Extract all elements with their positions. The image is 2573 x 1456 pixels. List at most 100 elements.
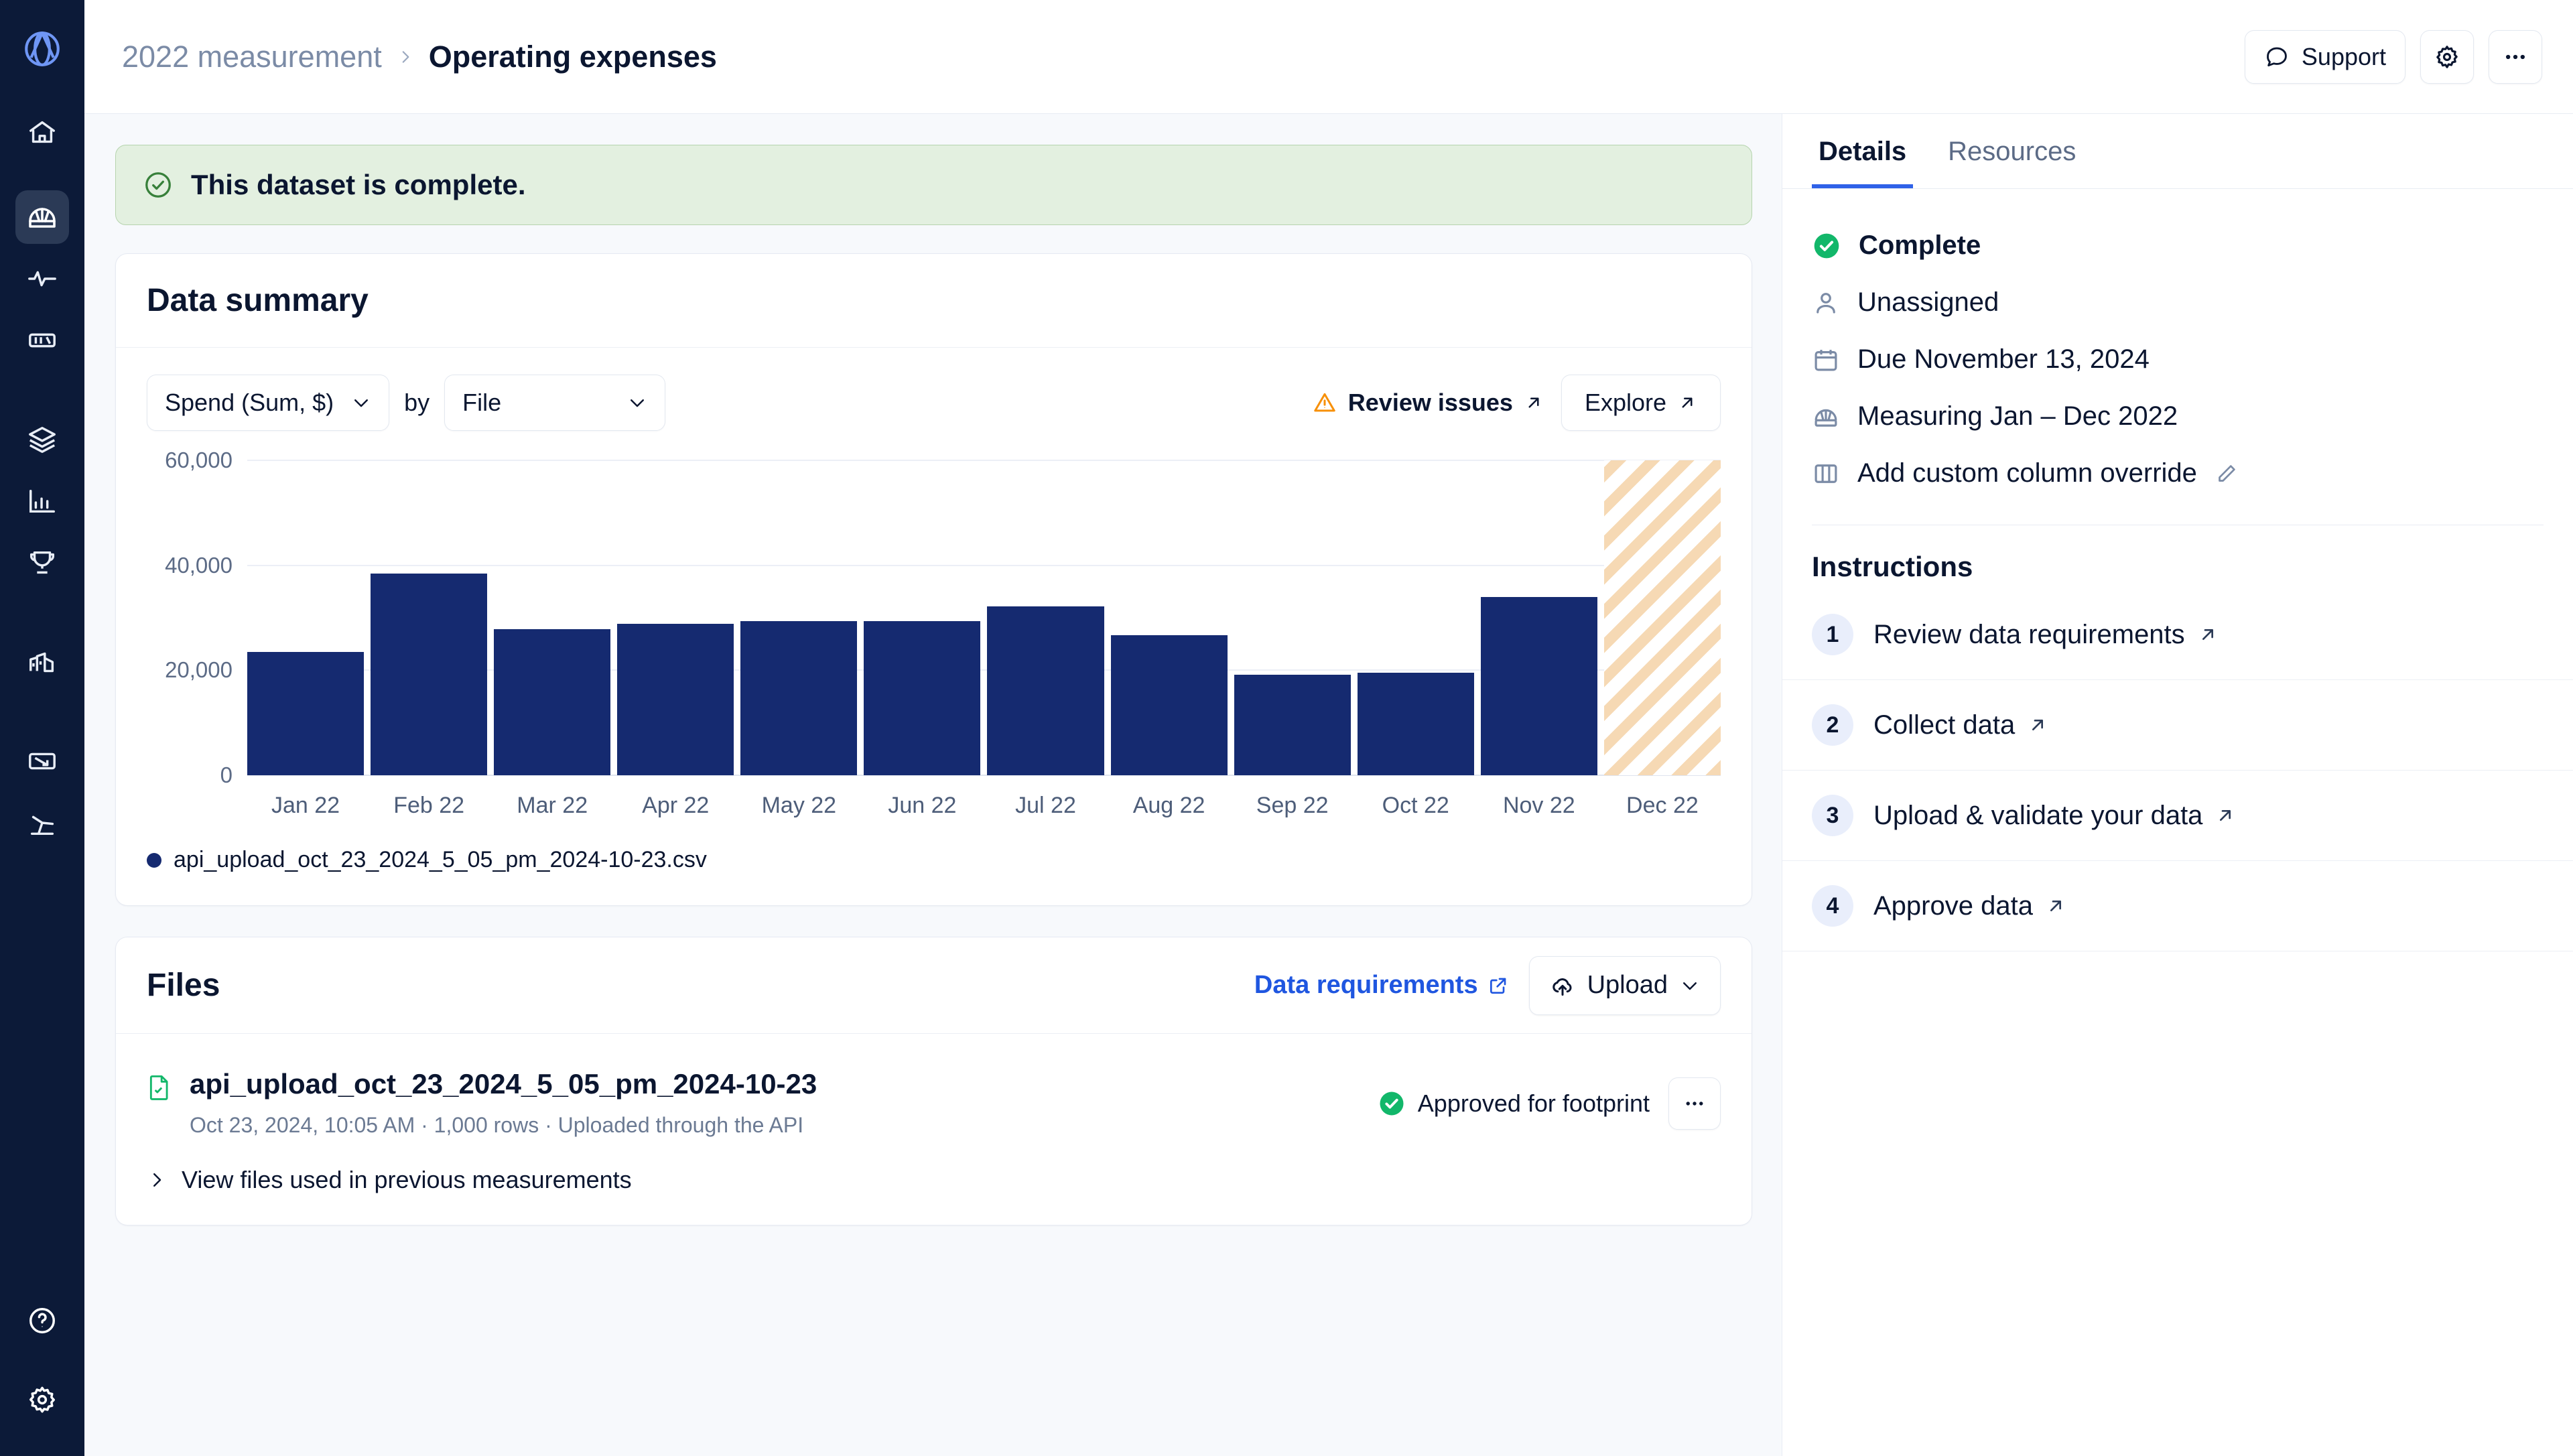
sidebar-item-goals[interactable] (15, 536, 69, 590)
bar-column[interactable] (1358, 460, 1474, 775)
support-button[interactable]: Support (2245, 30, 2405, 84)
sidebar-item-home[interactable] (15, 106, 69, 159)
sidebar-item-facilities[interactable] (15, 635, 69, 689)
rail-items (0, 102, 84, 854)
settings-button[interactable] (2420, 30, 2474, 84)
support-button-label: Support (2302, 43, 2386, 71)
help-circle-icon[interactable] (15, 1294, 69, 1347)
x-axis-pad (147, 793, 247, 819)
tab-resources[interactable]: Resources (1941, 114, 2083, 188)
plot-area (247, 460, 1721, 775)
tab-details[interactable]: Details (1812, 114, 1913, 188)
bar-column[interactable] (1604, 460, 1721, 775)
file-row-menu-button[interactable] (1668, 1077, 1721, 1130)
instruction-step-number: 1 (1812, 614, 1853, 655)
by-label: by (404, 389, 430, 417)
chevron-right-icon (147, 1170, 167, 1190)
y-axis-tick-label: 20,000 (165, 657, 233, 683)
sidebar-item-reports[interactable] (15, 314, 69, 367)
x-axis-tick-label: Mar 22 (494, 793, 610, 819)
table-row[interactable]: api_upload_oct_23_2024_5_05_pm_2024-10-2… (116, 1034, 1752, 1158)
bars-group (247, 460, 1721, 775)
bar[interactable] (987, 606, 1104, 775)
arrow-up-right-icon (1524, 393, 1544, 413)
y-axis-tick-label: 40,000 (165, 553, 233, 578)
review-issues-label: Review issues (1348, 389, 1513, 417)
bar[interactable] (494, 629, 610, 775)
detail-row-period[interactable]: Measuring Jan – Dec 2022 (1812, 388, 2544, 445)
sidebar-item-analytics[interactable] (15, 474, 69, 528)
legend-label: api_upload_oct_23_2024_5_05_pm_2024-10-2… (174, 847, 707, 873)
upload-button[interactable]: Upload (1529, 956, 1721, 1015)
chevron-right-icon (397, 46, 414, 68)
data-requirements-label: Data requirements (1254, 971, 1478, 1000)
sidebar-item-activity[interactable] (15, 252, 69, 306)
y-axis-tick-label: 0 (220, 763, 233, 788)
x-axis-tick-label: Apr 22 (617, 793, 734, 819)
user-icon (1812, 289, 1840, 317)
sidebar-item-renewables[interactable] (15, 796, 69, 850)
instruction-label-text: Upload & validate your data (1873, 801, 2202, 831)
external-link-icon (1488, 975, 1509, 996)
detail-row-assignee[interactable]: Unassigned (1812, 274, 2544, 331)
bar[interactable] (1481, 597, 1597, 775)
bar-column[interactable] (1234, 460, 1351, 775)
x-axis-tick-label: Dec 22 (1604, 793, 1721, 819)
bar[interactable] (1111, 635, 1228, 775)
bar-column[interactable] (494, 460, 610, 775)
bar-chart: 020,00040,00060,000 (147, 460, 1721, 775)
instruction-item[interactable]: 3 Upload & validate your data (1782, 771, 2573, 861)
y-axis: 020,00040,00060,000 (147, 460, 247, 775)
cloud-upload-icon (1550, 973, 1575, 998)
bar[interactable] (740, 621, 857, 775)
breadcrumb-parent[interactable]: 2022 measurement (122, 40, 382, 74)
bar[interactable] (1234, 675, 1351, 775)
bar-placeholder[interactable] (1604, 460, 1721, 775)
sidebar-item-reductions[interactable] (15, 734, 69, 788)
gear-icon[interactable] (15, 1373, 69, 1427)
x-axis-tick-label: Sep 22 (1234, 793, 1351, 819)
bar[interactable] (247, 652, 364, 775)
arrow-up-right-icon (2027, 714, 2048, 736)
instruction-item[interactable]: 4Approve data (1782, 861, 2573, 951)
bar-column[interactable] (987, 460, 1104, 775)
bar-column[interactable] (864, 460, 980, 775)
review-issues-link[interactable]: Review issues (1312, 389, 1544, 417)
bar-column[interactable] (1481, 460, 1597, 775)
globe-logo-icon[interactable] (19, 25, 66, 72)
x-axis-tick-label: Oct 22 (1358, 793, 1474, 819)
bar-column[interactable] (617, 460, 734, 775)
detail-status-label: Complete (1859, 230, 1981, 261)
bar-column[interactable] (371, 460, 487, 775)
bar[interactable] (864, 621, 980, 775)
chat-bubble-icon (2264, 44, 2290, 70)
instruction-step-number: 3 (1812, 795, 1853, 836)
bar-column[interactable] (740, 460, 857, 775)
sidebar-item-measure[interactable] (15, 190, 69, 244)
explore-button[interactable]: Explore (1561, 375, 1721, 431)
detail-row-column-override[interactable]: Add custom column override (1812, 445, 2544, 502)
data-summary-card: Data summary Spend (Sum, $) by (115, 253, 1752, 906)
arrow-up-right-icon (2215, 805, 2236, 826)
bar[interactable] (1358, 673, 1474, 775)
bar[interactable] (617, 624, 734, 775)
status-banner-text: This dataset is complete. (191, 169, 526, 201)
metric-select-value: Spend (Sum, $) (165, 389, 334, 417)
bar-column[interactable] (247, 460, 364, 775)
bar[interactable] (371, 574, 487, 775)
instruction-item[interactable]: 1Review data requirements (1782, 590, 2573, 680)
chevron-down-icon (627, 393, 647, 413)
instruction-item[interactable]: 2Collect data (1782, 680, 2573, 771)
more-options-button[interactable] (2489, 30, 2542, 84)
view-previous-files-toggle[interactable]: View files used in previous measurements (116, 1158, 1752, 1225)
chart-legend: api_upload_oct_23_2024_5_05_pm_2024-10-2… (116, 819, 1752, 905)
chart-controls-left: Spend (Sum, $) by File (147, 375, 665, 431)
bar-column[interactable] (1111, 460, 1228, 775)
pencil-icon[interactable] (2215, 462, 2239, 486)
metric-select[interactable]: Spend (Sum, $) (147, 375, 389, 431)
dimension-select[interactable]: File (444, 375, 665, 431)
detail-row-due-date[interactable]: Due November 13, 2024 (1812, 331, 2544, 388)
data-requirements-link[interactable]: Data requirements (1254, 971, 1509, 1000)
sidebar-item-layers[interactable] (15, 413, 69, 466)
x-axis-tick-label: Nov 22 (1481, 793, 1597, 819)
